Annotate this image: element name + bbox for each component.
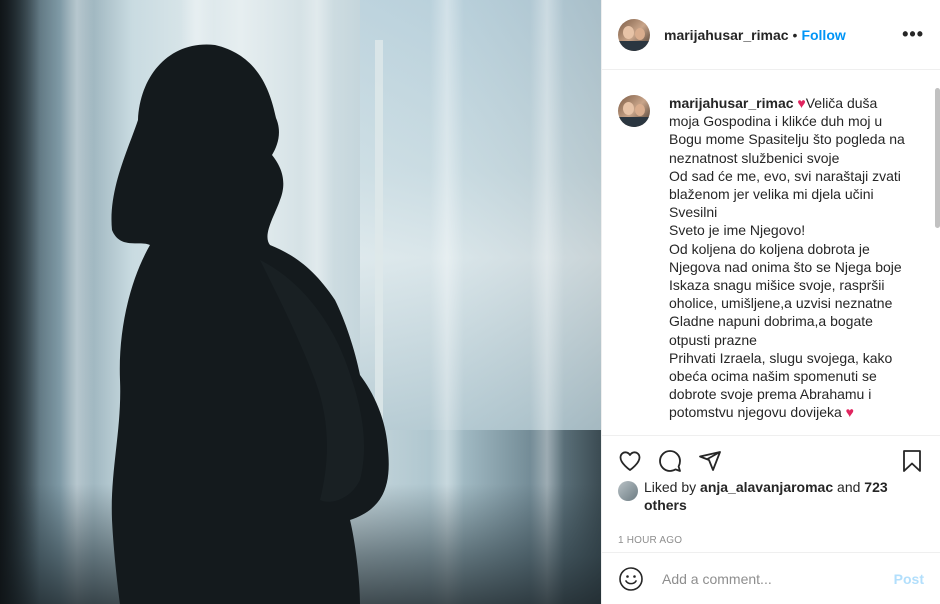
separator-dot: • <box>792 26 798 43</box>
post-sidebar: marijahusar_rimac • Follow ••• marijahus… <box>601 0 940 604</box>
likes-text: Liked by anja_alavanjaromac and 723 othe… <box>644 478 924 514</box>
post-photo[interactable] <box>0 0 601 604</box>
comment-input[interactable] <box>660 569 894 588</box>
instagram-post: marijahusar_rimac • Follow ••• marijahus… <box>0 0 940 604</box>
username-link[interactable]: marijahusar_rimac <box>664 27 789 43</box>
caption-scrollbar[interactable] <box>935 88 940 228</box>
comment-box: Post <box>602 552 940 604</box>
comment-icon[interactable] <box>658 449 682 473</box>
post-timestamp[interactable]: 1 HOUR AGO <box>602 521 940 549</box>
heart-emoji-end: ♥ <box>845 404 854 421</box>
avatar-shirt <box>618 40 650 51</box>
caption-avatar[interactable] <box>618 95 650 127</box>
avatar-face <box>623 25 634 39</box>
avatar-shirt <box>618 117 650 127</box>
emoji-icon[interactable] <box>618 566 644 592</box>
post-comment-button[interactable]: Post <box>894 571 924 587</box>
heart-icon[interactable] <box>618 449 642 473</box>
likes-prefix: Liked by <box>644 479 701 495</box>
caption-body: Veliča duša moja Gospodina i klikće duh … <box>669 95 905 421</box>
heart-emoji: ♥ <box>797 95 806 111</box>
post-header: marijahusar_rimac • Follow ••• <box>602 0 940 70</box>
caption-text: marijahusar_rimac ♥Veliča duša moja Gosp… <box>669 94 911 435</box>
caption-area: marijahusar_rimac ♥Veliča duša moja Gosp… <box>602 70 940 435</box>
liker-avatar[interactable] <box>618 481 638 501</box>
bookmark-icon[interactable] <box>900 449 924 473</box>
likes-and: and <box>833 479 865 495</box>
avatar-face <box>623 102 634 115</box>
more-icon[interactable]: ••• <box>902 24 924 45</box>
silhouette-figure <box>111 44 389 604</box>
caption-username[interactable]: marijahusar_rimac <box>669 95 794 111</box>
follow-button[interactable]: Follow <box>801 27 845 43</box>
avatar-face <box>635 104 645 116</box>
likes-row: Liked by anja_alavanjaromac and 723 othe… <box>602 479 940 521</box>
liker-username[interactable]: anja_alavanjaromac <box>700 479 833 495</box>
avatar-face <box>635 27 645 40</box>
share-icon[interactable] <box>698 449 722 473</box>
user-avatar[interactable] <box>618 18 650 51</box>
